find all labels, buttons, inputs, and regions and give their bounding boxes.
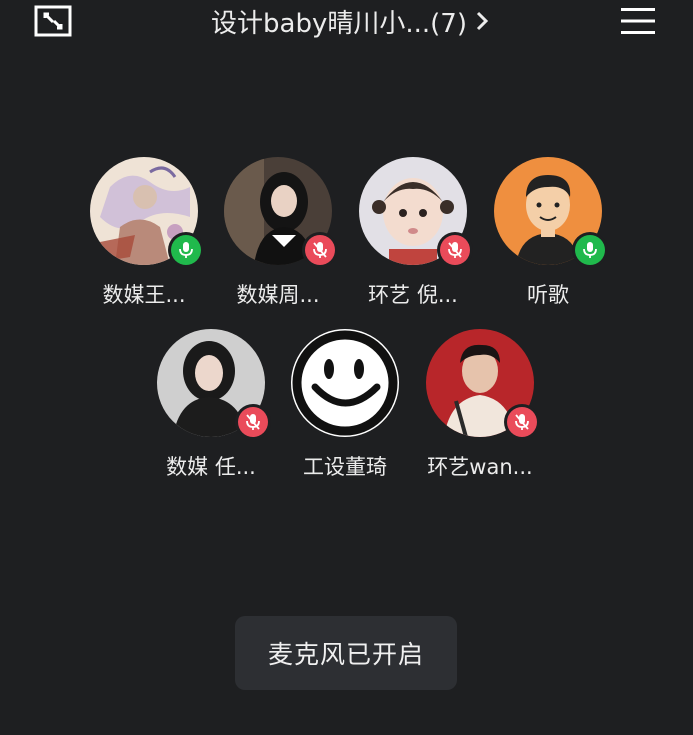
chevron-right-icon: [475, 10, 489, 32]
group-title-text: 设计baby晴川小...(7): [211, 8, 467, 39]
group-title[interactable]: 设计baby晴川小...(7): [150, 2, 550, 40]
member-tile[interactable]: 数媒王...: [79, 157, 209, 317]
member-name: 数媒王...: [102, 283, 186, 307]
top-bar: 设计baby晴川小...(7): [0, 0, 693, 44]
member-name: 数媒周...: [236, 283, 320, 307]
minimize-button[interactable]: [34, 5, 72, 37]
mic-off-icon: [305, 235, 335, 265]
mic-enabled-toast: 麦克风已开启: [235, 616, 457, 690]
member-tile[interactable]: 听歌: [483, 157, 613, 317]
mic-off-icon: [238, 407, 268, 437]
member-tile[interactable]: 数媒周...: [213, 157, 343, 317]
member-tile[interactable]: 环艺 倪...: [348, 157, 478, 317]
mic-off-icon: [440, 235, 470, 265]
toast-text: 麦克风已开启: [267, 640, 424, 669]
mic-off-icon: [507, 407, 537, 437]
member-tile[interactable]: 数媒 任...: [146, 329, 276, 489]
member-name: 环艺 倪...: [368, 283, 458, 307]
member-name: 环艺wan...: [427, 455, 533, 479]
member-name: 工设董琦: [303, 455, 387, 479]
mic-on-icon: [575, 235, 605, 265]
mic-on-icon: [171, 235, 201, 265]
member-name: 数媒 任...: [166, 455, 256, 479]
hamburger-menu-icon: [621, 8, 655, 34]
menu-button[interactable]: [618, 3, 658, 39]
member-tile[interactable]: 工设董琦: [280, 329, 410, 489]
member-tile[interactable]: 环艺wan...: [415, 329, 545, 489]
minimize-window-icon: [34, 5, 72, 37]
member-name: 听歌: [527, 283, 569, 307]
smiley-face-avatar: [291, 329, 399, 437]
